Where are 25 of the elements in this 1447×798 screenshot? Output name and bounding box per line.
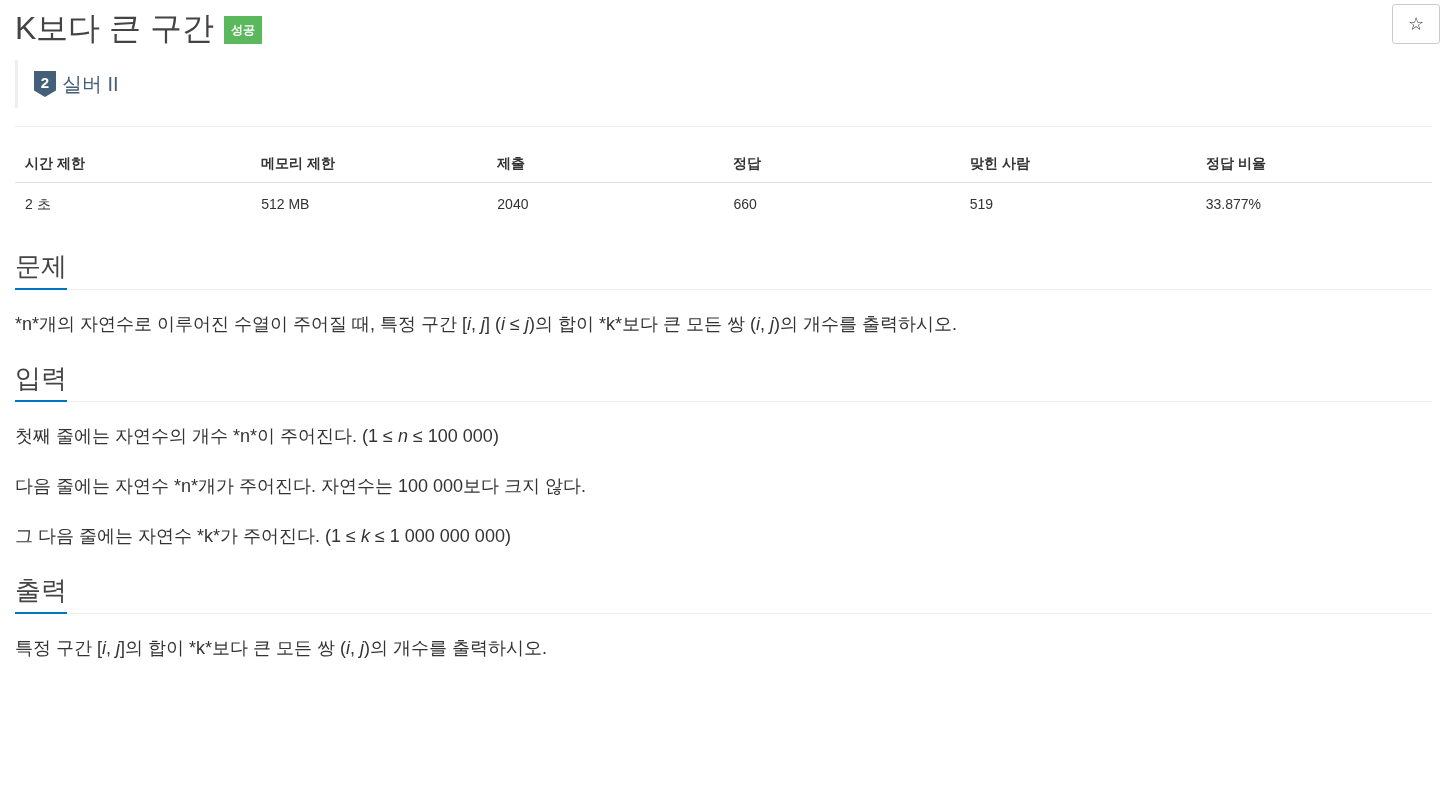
tier-label: 실버 II: [62, 72, 119, 97]
section-heading: 출력: [15, 572, 67, 614]
paragraph: 특정 구간 [i, j]의 합이 *k*보다 큰 모든 쌍 (i, j)의 개수를 출력하시오.: [15, 637, 549, 660]
table-cell: 2 초: [15, 182, 252, 226]
column-header: 맞힌 사람: [959, 145, 1196, 183]
problem-title: K보다 큰 구간: [15, 9, 215, 48]
column-header: 정답: [723, 145, 960, 183]
section-heading: 문제: [15, 248, 67, 290]
column-header: 메모리 제한: [251, 145, 488, 183]
column-header: 제출: [487, 145, 724, 183]
section-heading: 입력: [15, 360, 67, 402]
result-badge: 성공: [224, 16, 263, 44]
paragraph: 그 다음 줄에는 자연수 *k*가 주어진다. (1 ≤ k ≤ 1 000 000 000): [15, 525, 512, 548]
column-header: 시간 제한: [15, 145, 252, 183]
column-header: 정답 비율: [1195, 145, 1432, 183]
tier-icon: 2: [34, 71, 56, 97]
table-cell: 519: [959, 182, 1196, 226]
star-button[interactable]: ☆: [1392, 4, 1440, 44]
table-cell: 660: [723, 182, 960, 226]
paragraph: *n*개의 자연수로 이루어진 수열이 주어질 때, 특정 구간 [i, j] (i ≤ j)의 합이 *k*보다 큰 모든 쌍 (i, j)의 개수를 출력하시오.: [15, 313, 958, 336]
paragraph: 다음 줄에는 자연수 *n*개가 주어진다. 자연수는 100 000보다 크지 않다.: [15, 475, 588, 498]
table-cell: 33.877%: [1195, 182, 1432, 226]
table-cell: 512 MB: [251, 182, 488, 226]
table-cell: 2040: [487, 182, 724, 226]
paragraph: 첫째 줄에는 자연수의 개수 *n*이 주어진다. (1 ≤ n ≤ 100 000): [15, 425, 500, 448]
